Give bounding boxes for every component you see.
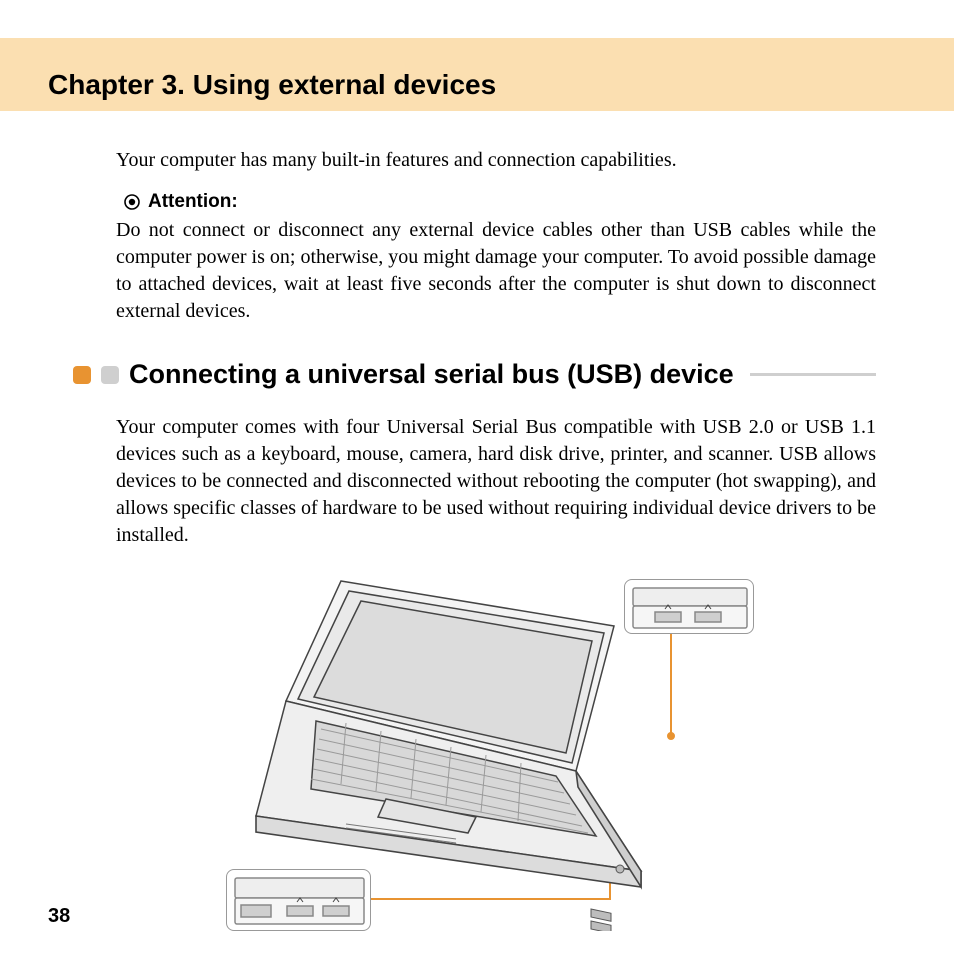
laptop-figure — [196, 571, 796, 931]
body: Your computer has many built-in features… — [48, 111, 906, 931]
section-text: Your computer comes with four Universal … — [116, 414, 876, 549]
usb-callout-right — [624, 579, 754, 634]
intro-text: Your computer has many built-in features… — [116, 147, 876, 173]
attention-icon — [124, 194, 140, 210]
bullet-orange-icon — [73, 366, 91, 384]
manual-page: Chapter 3. Using external devices Your c… — [0, 0, 954, 954]
attention-label: Attention: — [148, 191, 238, 213]
section-rule — [750, 373, 876, 376]
attention-header: Attention: — [116, 191, 876, 213]
attention-text: Do not connect or disconnect any externa… — [116, 217, 876, 325]
page-number: 38 — [48, 905, 70, 928]
section-header: Connecting a universal serial bus (USB) … — [73, 359, 876, 390]
usb-callout-left — [226, 869, 371, 931]
chapter-title: Chapter 3. Using external devices — [48, 69, 496, 111]
section-title: Connecting a universal serial bus (USB) … — [129, 359, 734, 390]
chapter-banner: Chapter 3. Using external devices — [0, 38, 954, 111]
bullet-gray-icon — [101, 366, 119, 384]
